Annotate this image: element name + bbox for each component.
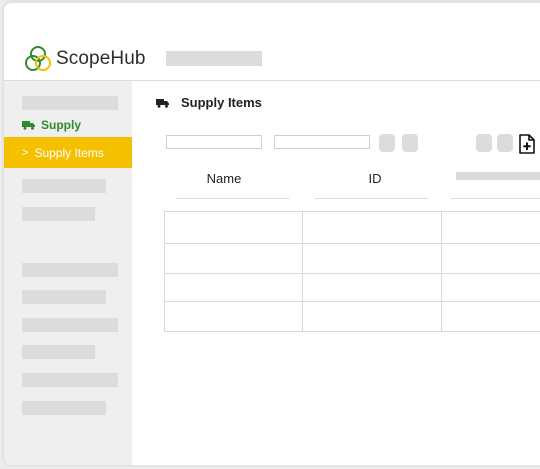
- toolbar-button-2[interactable]: [402, 134, 418, 152]
- column-header-id[interactable]: ID: [315, 171, 435, 186]
- column-underline: [451, 198, 540, 199]
- sidebar-item-supply-items-label: Supply Items: [34, 145, 104, 160]
- toolbar-button-4[interactable]: [497, 134, 513, 152]
- sidebar-placeholder: [22, 345, 95, 359]
- app-window: ScopeHub Supply > Supply Items Supply It…: [2, 0, 540, 467]
- sidebar-placeholder: [22, 96, 118, 110]
- filter-input-1[interactable]: [166, 135, 262, 149]
- top-header: ScopeHub: [4, 31, 540, 81]
- sidebar-placeholder: [22, 373, 118, 387]
- logo-icon: [25, 46, 51, 71]
- sidebar-item-supply[interactable]: Supply: [22, 118, 81, 132]
- page-title-text: Supply Items: [181, 95, 262, 110]
- logo-text: ScopeHub: [56, 48, 146, 69]
- toolbar-button-1[interactable]: [379, 134, 395, 152]
- sidebar-placeholder: [22, 401, 106, 415]
- column-header-name[interactable]: Name: [176, 171, 272, 186]
- sidebar-placeholder: [22, 318, 118, 332]
- sidebar-item-supply-items[interactable]: > Supply Items: [4, 137, 132, 168]
- sidebar-placeholder: [22, 263, 118, 277]
- truck-icon: [22, 120, 36, 130]
- toolbar-button-3[interactable]: [476, 134, 492, 152]
- page-title: Supply Items: [156, 95, 262, 110]
- sidebar-placeholder: [22, 179, 106, 193]
- data-table: [164, 211, 540, 332]
- filter-input-2[interactable]: [274, 135, 370, 149]
- column-underline: [315, 198, 428, 199]
- table-row-divider: [165, 301, 540, 302]
- logo[interactable]: ScopeHub: [24, 45, 146, 73]
- sidebar-item-supply-label: Supply: [41, 118, 82, 132]
- table-row-divider: [165, 243, 540, 244]
- column-underline: [176, 198, 289, 199]
- header-placeholder: [166, 51, 262, 66]
- table-divider: [302, 212, 303, 331]
- sidebar: Supply > Supply Items: [4, 81, 132, 465]
- add-document-icon[interactable]: [518, 134, 536, 159]
- truck-icon: [156, 98, 170, 108]
- sidebar-placeholder: [22, 207, 95, 221]
- sidebar-placeholder: [22, 290, 106, 304]
- table-divider: [441, 212, 442, 331]
- table-row-divider: [165, 273, 540, 274]
- column-header-placeholder: [456, 172, 540, 180]
- chevron-right-icon: >: [22, 146, 29, 159]
